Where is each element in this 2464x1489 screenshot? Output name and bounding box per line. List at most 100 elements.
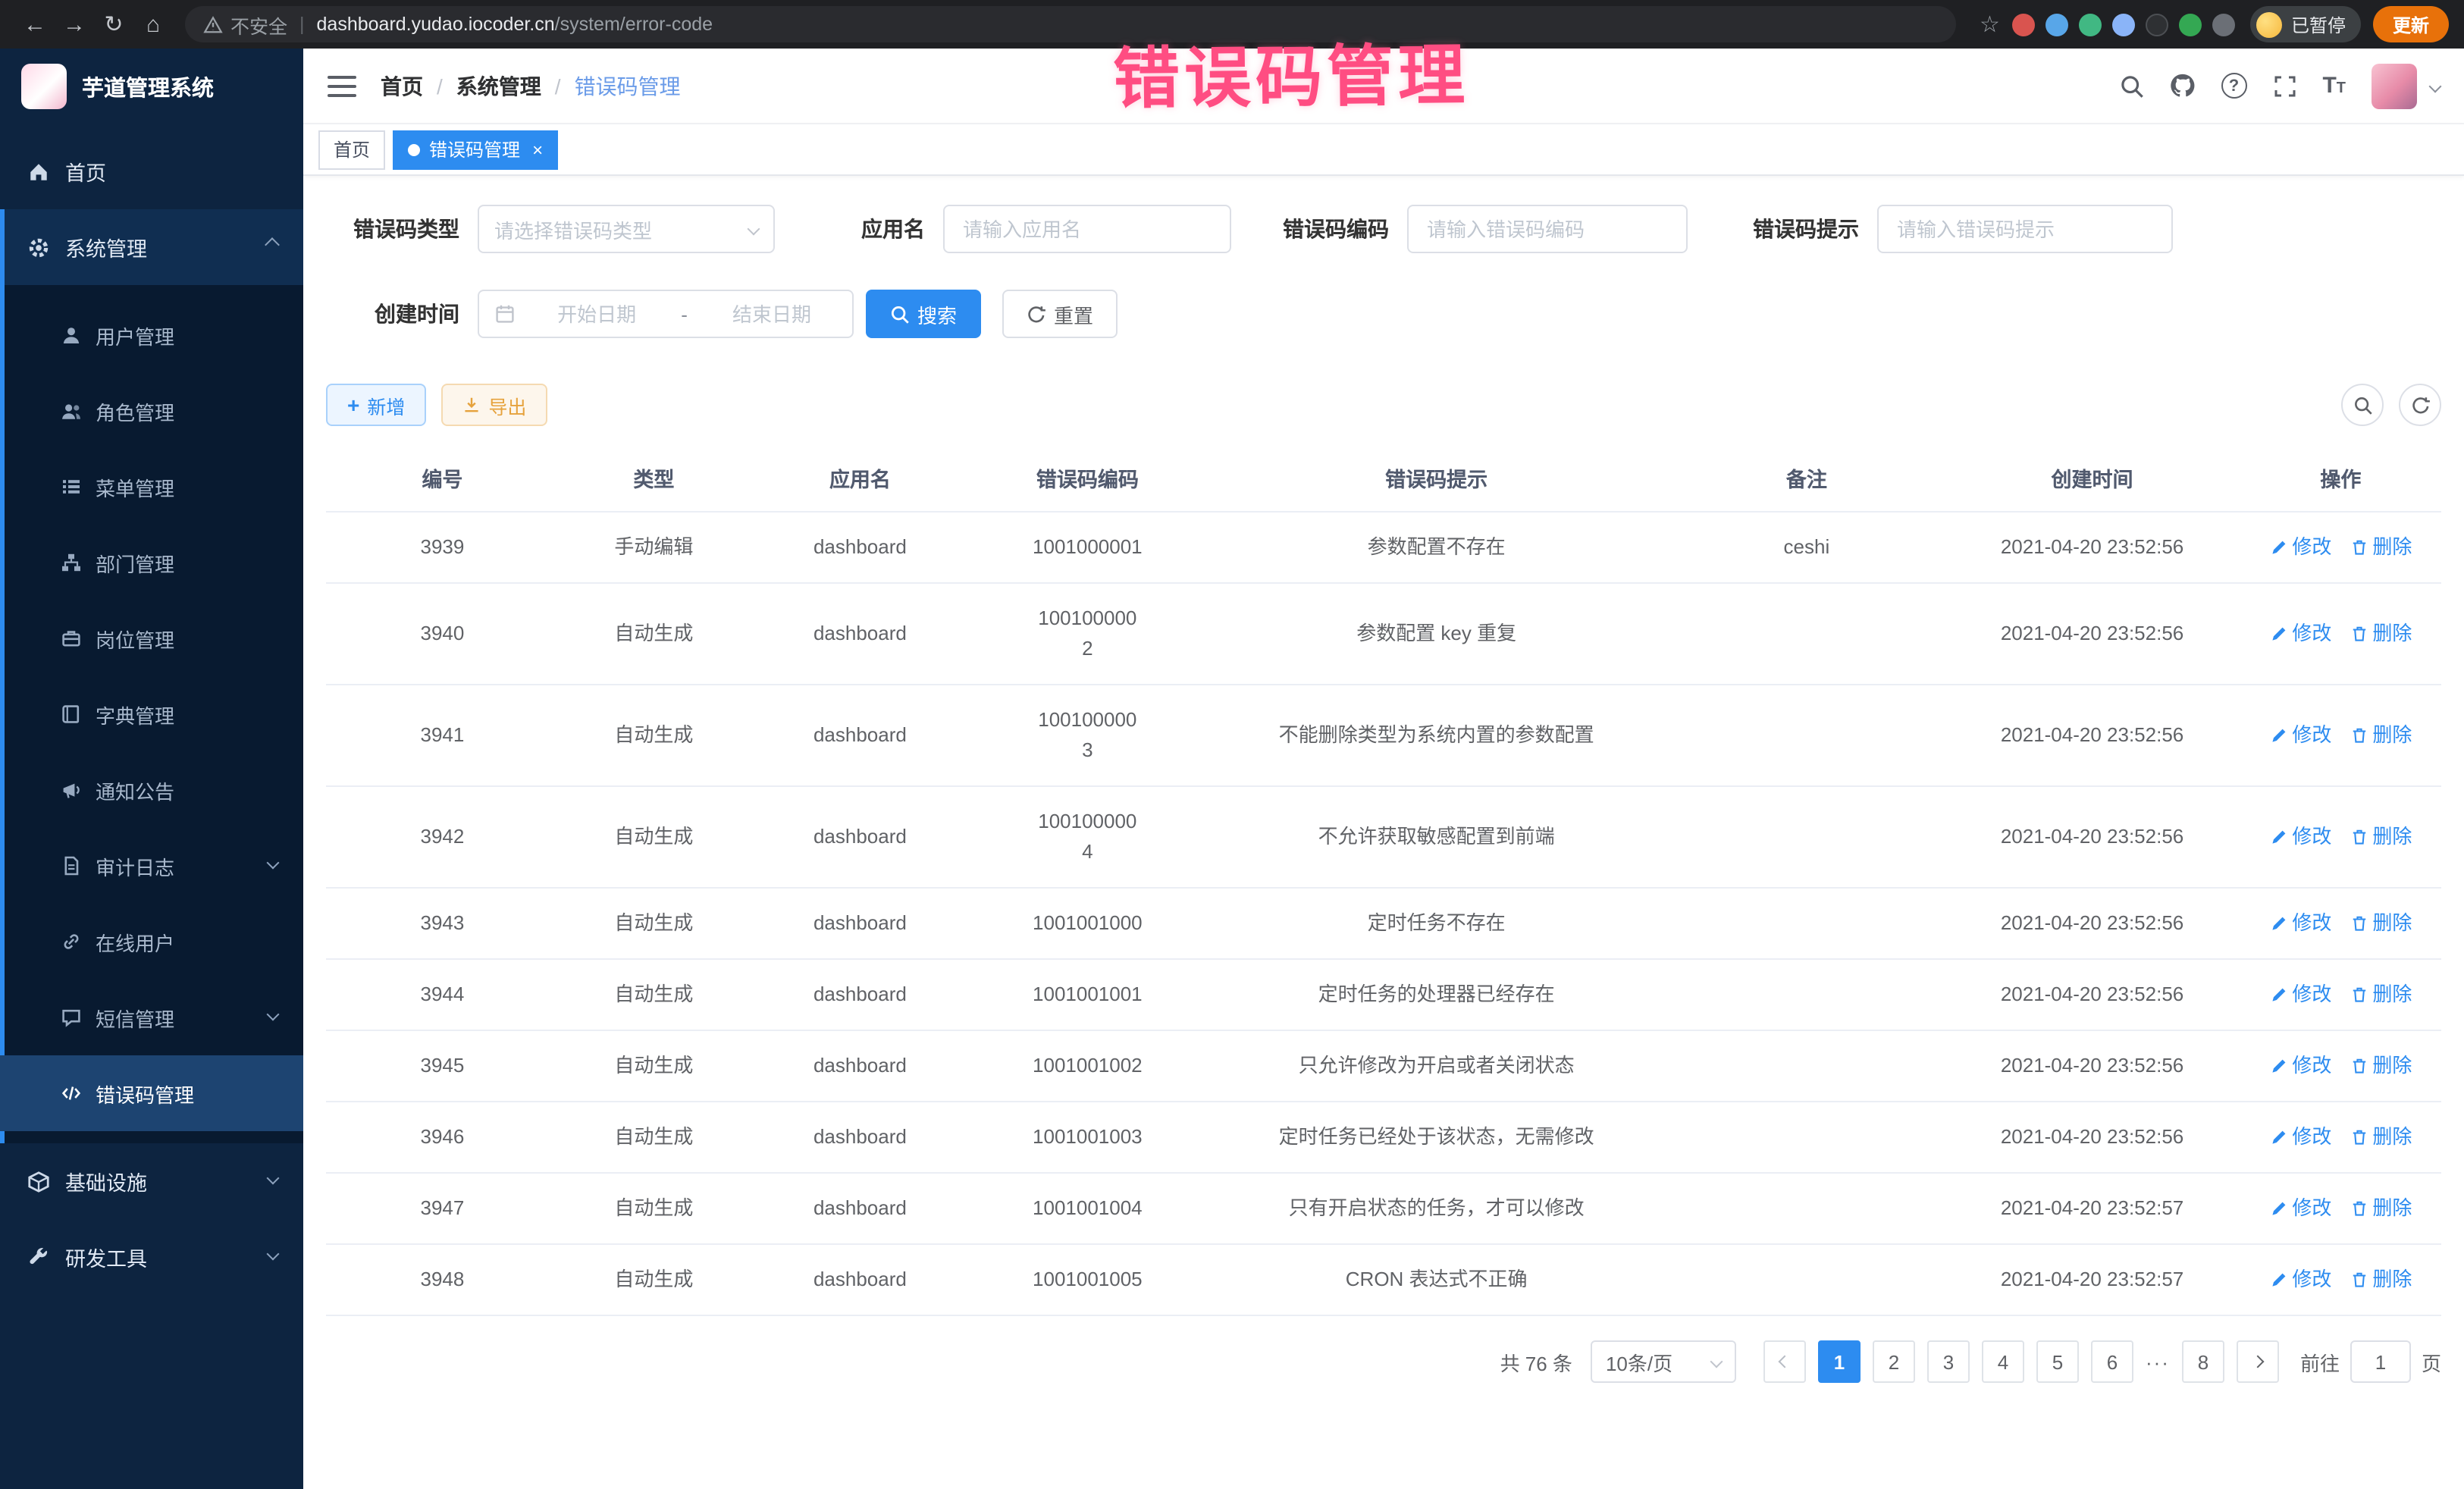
page-button-5[interactable]: 5 [2036,1340,2079,1383]
cell-app: dashboard [749,786,971,888]
edit-link[interactable]: 修改 [2269,1265,2331,1295]
fullscreen-icon[interactable] [2272,74,2296,98]
profile-paused-badge[interactable]: 已暂停 [2250,6,2361,42]
extension-icon[interactable] [2179,13,2202,36]
delete-link[interactable]: 删除 [2350,1265,2412,1295]
date-range-picker[interactable]: - [478,290,854,338]
prev-page-button[interactable] [1763,1340,1806,1383]
bookmark-star-icon[interactable]: ☆ [1980,11,2000,38]
end-date-input[interactable] [707,303,837,325]
cell-code: 1001001001 [971,959,1204,1030]
edit-link[interactable]: 修改 [2269,908,2331,939]
start-date-input[interactable] [531,303,662,325]
breadcrumb-system[interactable]: 系统管理 [456,71,541,101]
collapse-sidebar-button[interactable] [328,75,356,96]
browser-forward-button[interactable]: → [55,5,94,44]
browser-update-button[interactable]: 更新 [2373,6,2449,42]
error-code-input[interactable] [1407,205,1688,253]
export-button[interactable]: 导出 [441,384,547,426]
edit-link[interactable]: 修改 [2269,1193,2331,1224]
breadcrumb-home[interactable]: 首页 [381,71,423,101]
sidebar-item-roles[interactable]: 角色管理 [0,373,303,449]
sidebar-item-menus[interactable]: 菜单管理 [0,449,303,525]
sidebar-item-label: 菜单管理 [96,472,174,501]
page-button-4[interactable]: 4 [1982,1340,2024,1383]
delete-link[interactable]: 删除 [2350,980,2412,1010]
sidebar-item-devtools[interactable]: 研发工具 [0,1219,303,1295]
extension-icon[interactable] [2045,13,2068,36]
delete-link[interactable]: 删除 [2350,720,2412,751]
delete-link[interactable]: 删除 [2350,822,2412,852]
help-icon[interactable]: ? [2221,73,2246,99]
sidebar-item-notices[interactable]: 通知公告 [0,752,303,828]
page-size-select[interactable]: 10条/页 [1591,1340,1736,1383]
more-pages-icon[interactable]: ··· [2146,1350,2170,1373]
delete-link[interactable]: 删除 [2350,1122,2412,1152]
error-type-select[interactable]: 请选择错误码类型 [478,205,775,253]
tab-label: 首页 [334,136,370,162]
error-msg-input[interactable] [1877,205,2173,253]
sidebar-item-posts[interactable]: 岗位管理 [0,600,303,676]
browser-reload-button[interactable]: ↻ [94,5,133,44]
user-avatar[interactable] [2372,63,2417,108]
edit-link[interactable]: 修改 [2269,619,2331,649]
sidebar-item-errcode[interactable]: 错误码管理 [0,1055,303,1131]
page-button-8[interactable]: 8 [2182,1340,2224,1383]
page-button-3[interactable]: 3 [1927,1340,1970,1383]
page-button-2[interactable]: 2 [1873,1340,1915,1383]
chevron-down-icon [267,1248,280,1261]
cell-id: 3943 [326,888,559,959]
range-separator: - [681,303,688,325]
edit-link[interactable]: 修改 [2269,822,2331,852]
search-button[interactable]: 搜索 [866,290,981,338]
delete-link[interactable]: 删除 [2350,532,2412,563]
extension-icon[interactable] [2012,13,2035,36]
extension-icon[interactable] [2212,13,2235,36]
browser-home-button[interactable]: ⌂ [133,5,173,44]
sidebar-item-home[interactable]: 首页 [0,133,303,209]
cell-type: 自动生成 [559,1102,749,1173]
goto-page-input[interactable] [2350,1340,2411,1383]
refresh-table-button[interactable] [2399,384,2441,426]
close-icon[interactable]: × [532,140,543,158]
sidebar-item-users[interactable]: 用户管理 [0,297,303,373]
browser-back-button[interactable]: ← [15,5,55,44]
sidebar-item-system[interactable]: 系统管理 [0,209,303,285]
edit-link[interactable]: 修改 [2269,1122,2331,1152]
tab-errcode[interactable]: 错误码管理 × [393,130,558,169]
edit-link[interactable]: 修改 [2269,532,2331,563]
extension-icon[interactable] [2112,13,2135,36]
tab-home[interactable]: 首页 [318,130,385,169]
sidebar-item-depts[interactable]: 部门管理 [0,525,303,600]
next-page-button[interactable] [2237,1340,2279,1383]
pagination: 共 76 条 10条/页 1 2 3 4 5 6 ··· 8 前往 页 [326,1340,2441,1383]
cell-actions: 修改 删除 [2240,583,2441,685]
add-button[interactable]: + 新增 [326,384,426,426]
sidebar-item-dicts[interactable]: 字典管理 [0,676,303,752]
page-button-1[interactable]: 1 [1818,1340,1861,1383]
extension-icon[interactable] [2079,13,2102,36]
delete-link[interactable]: 删除 [2350,619,2412,649]
edit-link[interactable]: 修改 [2269,1051,2331,1081]
sidebar-item-infra[interactable]: 基础设施 [0,1143,303,1219]
show-search-button[interactable] [2341,384,2384,426]
home-icon [27,160,50,183]
extension-icon[interactable] [2146,13,2168,36]
sidebar-item-sms[interactable]: 短信管理 [0,980,303,1055]
edit-link[interactable]: 修改 [2269,980,2331,1010]
sidebar-item-audit[interactable]: 审计日志 [0,828,303,904]
link-label: 修改 [2292,1122,2331,1152]
search-icon[interactable] [2119,74,2143,98]
delete-link[interactable]: 删除 [2350,1051,2412,1081]
edit-link[interactable]: 修改 [2269,720,2331,751]
delete-link[interactable]: 删除 [2350,908,2412,939]
delete-link[interactable]: 删除 [2350,1193,2412,1224]
sidebar-item-online[interactable]: 在线用户 [0,904,303,980]
github-icon[interactable] [2169,73,2195,99]
app-name-input[interactable] [943,205,1231,253]
page-button-6[interactable]: 6 [2091,1340,2133,1383]
font-size-icon[interactable]: TT [2322,73,2346,99]
reset-button[interactable]: 重置 [1002,290,1118,338]
address-bar[interactable]: 不安全 | dashboard.yudao.iocoder.cn /system… [185,6,1955,42]
cell-id: 3946 [326,1102,559,1173]
